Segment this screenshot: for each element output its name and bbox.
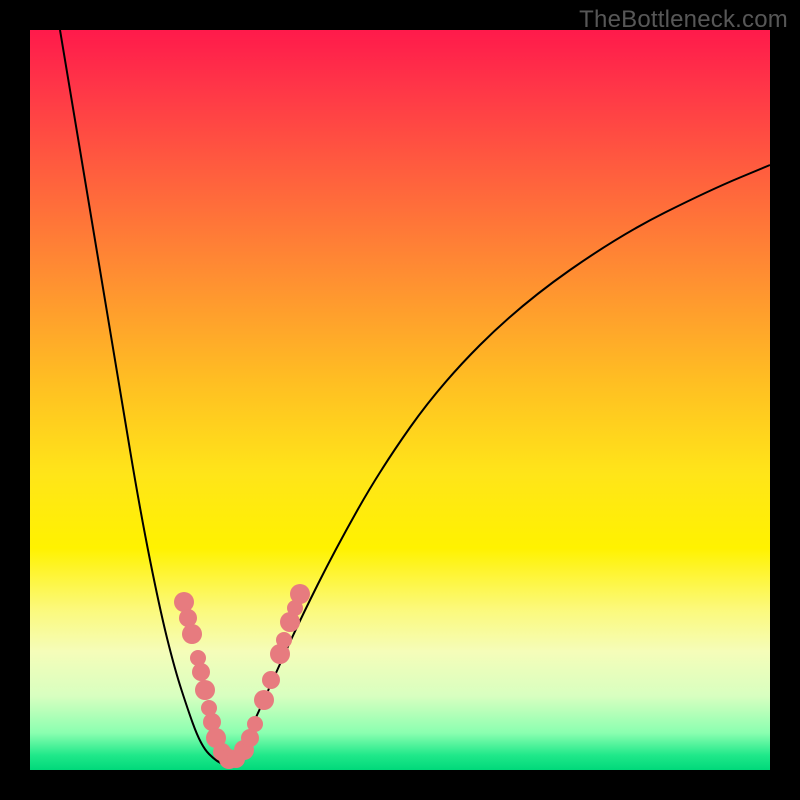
highlight-dot [195,680,215,700]
highlight-dot [174,592,194,612]
highlight-dots-cluster [174,584,310,769]
highlight-dot [254,690,274,710]
gradient-plot-area [30,30,770,770]
highlight-dot [290,584,310,604]
bottleneck-curve-svg [30,30,770,770]
highlight-dot [276,632,292,648]
highlight-dot [247,716,263,732]
curve-right-branch [227,165,770,766]
highlight-dot [192,663,210,681]
highlight-dot [182,624,202,644]
highlight-dot [262,671,280,689]
